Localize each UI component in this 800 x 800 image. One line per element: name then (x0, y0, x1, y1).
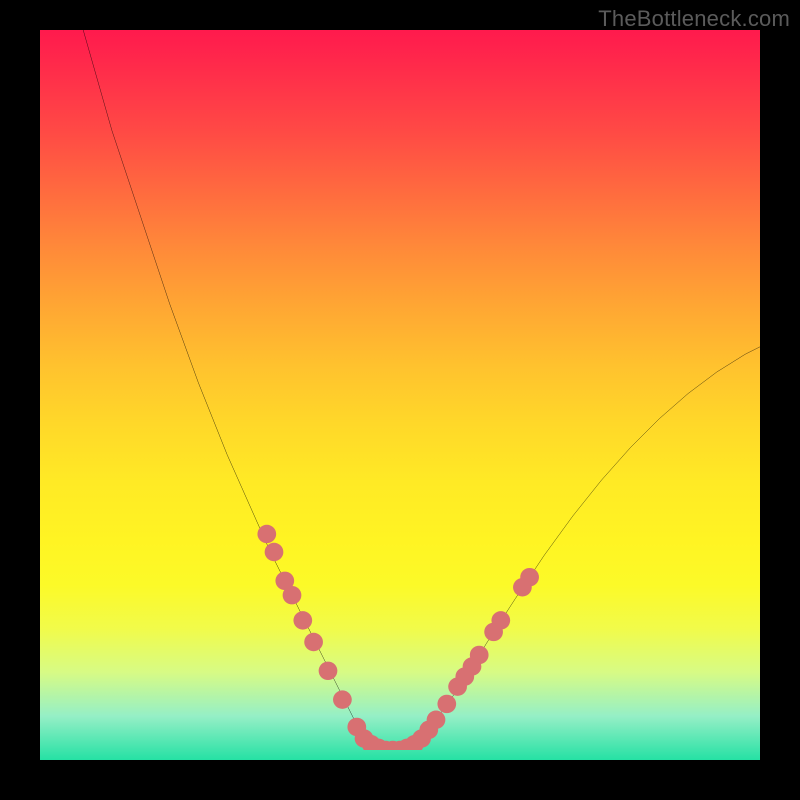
data-marker (319, 662, 338, 680)
data-marker (283, 586, 302, 604)
data-marker (437, 695, 456, 713)
data-marker (427, 711, 446, 729)
data-marker (470, 646, 489, 664)
data-marker (257, 525, 276, 543)
data-marker (333, 690, 352, 708)
watermark-text: TheBottleneck.com (598, 6, 790, 32)
data-marker (293, 611, 312, 629)
data-marker (491, 611, 510, 629)
data-marker (304, 633, 323, 651)
chart-frame: TheBottleneck.com (0, 0, 800, 800)
data-marker (520, 568, 539, 586)
marker-group (257, 525, 539, 750)
marker-layer (40, 30, 760, 750)
plot-area (40, 30, 760, 760)
data-marker (265, 543, 284, 561)
